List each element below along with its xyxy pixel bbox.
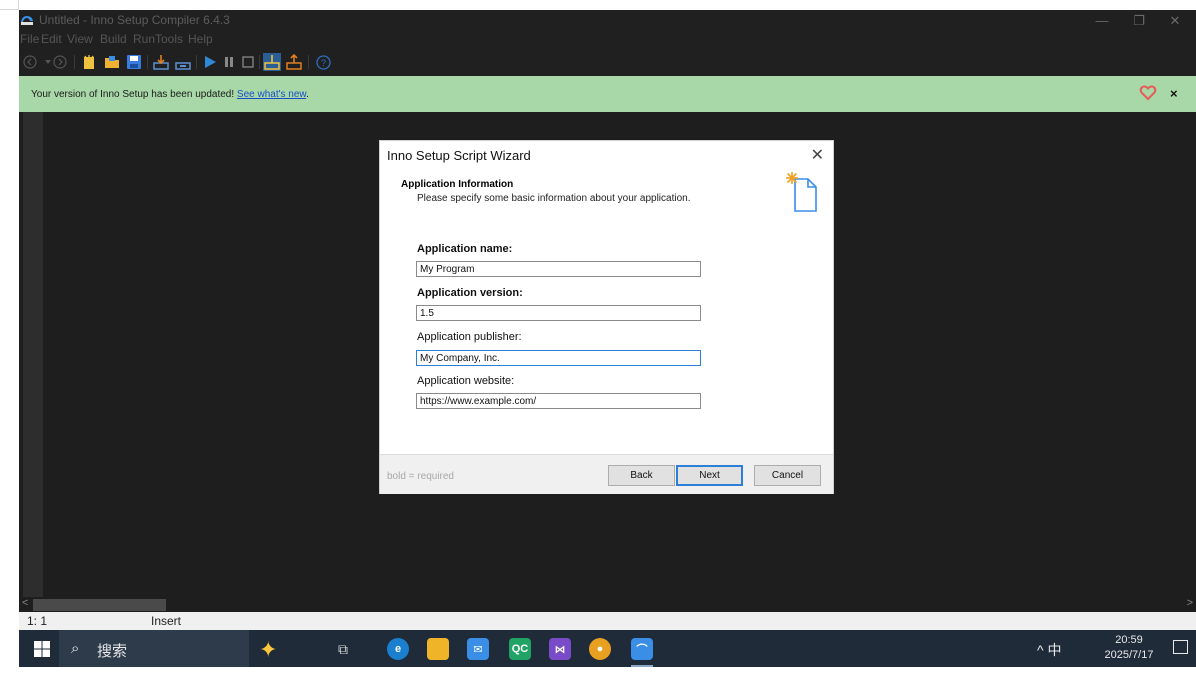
clock-date: 2025/7/17 — [1104, 649, 1154, 661]
menu-help[interactable]: Help — [188, 32, 213, 46]
page-subheading: Please specify some basic information ab… — [417, 193, 691, 204]
menu-file[interactable]: File — [20, 32, 39, 46]
dialog-close-button[interactable]: ✕ — [811, 145, 824, 165]
dialog-footer: bold = required Back Next Cancel — [380, 454, 833, 494]
toolbar-separator — [259, 55, 260, 69]
target-uninstall-icon[interactable] — [285, 53, 303, 71]
toolbar: ? — [19, 49, 1196, 75]
cancel-button[interactable]: Cancel — [754, 465, 821, 486]
app-website-input[interactable]: https://www.example.com/ — [416, 393, 701, 409]
toolbar-separator — [308, 55, 309, 69]
menu-bar: File Edit View Build Run Tools Help — [19, 31, 1196, 48]
qc-app-icon[interactable]: QC — [509, 638, 531, 660]
horizontal-scrollbar[interactable]: < > — [19, 597, 1196, 612]
scrollbar-thumb[interactable] — [33, 599, 166, 611]
search-label: 搜索 — [97, 643, 128, 660]
svg-text:?: ? — [320, 58, 325, 68]
maximize-button[interactable]: ❐ — [1124, 13, 1154, 29]
forward-icon[interactable] — [51, 53, 69, 71]
title-bar: Untitled - Inno Setup Compiler 6.4.3 — ❐… — [19, 10, 1196, 31]
close-window-button[interactable]: ✕ — [1160, 13, 1190, 29]
mail-icon[interactable]: ✉ — [467, 638, 489, 660]
clock[interactable]: 20:59 2025/7/17 — [1094, 633, 1164, 663]
edge-browser-icon[interactable]: e — [387, 638, 409, 660]
target-setup-icon[interactable] — [263, 53, 281, 71]
visual-studio-icon[interactable]: ⋈ — [549, 638, 571, 660]
required-hint: bold = required — [387, 471, 454, 482]
open-folder-icon[interactable] — [103, 53, 121, 71]
window-title: Untitled - Inno Setup Compiler 6.4.3 — [39, 13, 230, 27]
banner-close-button[interactable]: × — [1170, 86, 1178, 101]
app-version-input[interactable]: 1.5 — [416, 305, 701, 321]
search-icon: ⌕ — [71, 640, 80, 657]
app-publisher-input[interactable]: My Company, Inc. — [416, 350, 701, 366]
back-button[interactable]: Back — [608, 465, 675, 486]
toolbar-separator — [74, 55, 75, 69]
heart-icon[interactable] — [1139, 84, 1157, 102]
clock-time: 20:59 — [1115, 634, 1143, 646]
stop-icon[interactable] — [239, 53, 257, 71]
app-website-label: Application website: — [417, 375, 515, 387]
app-publisher-label: Application publisher: — [417, 331, 522, 343]
copilot-sparkle-icon[interactable]: ✦ — [259, 637, 277, 663]
stop-compile-icon[interactable] — [174, 53, 192, 71]
file-explorer-icon[interactable] — [427, 638, 449, 660]
editor-gutter — [23, 112, 43, 597]
back-icon[interactable] — [21, 53, 39, 71]
app-name-input[interactable]: My Program — [416, 261, 701, 277]
new-file-icon[interactable] — [80, 53, 98, 71]
screen-edge — [0, 0, 19, 10]
toolbar-separator — [147, 55, 148, 69]
menu-tools[interactable]: Tools — [155, 32, 183, 46]
cursor-position: 1: 1 — [27, 614, 48, 628]
wizard-document-icon — [786, 172, 817, 212]
system-tray[interactable]: ^ 中 — [1037, 640, 1061, 660]
dialog-title: Inno Setup Script Wizard — [387, 148, 531, 163]
scroll-right-icon[interactable]: > — [1187, 597, 1193, 609]
minimize-button[interactable]: — — [1087, 13, 1117, 28]
insert-mode: Insert — [151, 614, 182, 628]
screen: Untitled - Inno Setup Compiler 6.4.3 — ❐… — [19, 10, 1196, 667]
run-icon[interactable] — [201, 53, 219, 71]
app-version-label: Application version: — [417, 287, 523, 299]
toolbar-separator — [196, 55, 197, 69]
compile-icon[interactable] — [152, 53, 170, 71]
whats-new-link[interactable]: See what's new — [237, 89, 306, 100]
menu-build[interactable]: Build — [100, 32, 127, 46]
update-message-suffix: . — [306, 89, 309, 100]
menu-edit[interactable]: Edit — [41, 32, 62, 46]
pause-icon[interactable] — [220, 53, 238, 71]
next-button[interactable]: Next — [676, 465, 743, 486]
taskbar: ⌕ 搜索 ✦ ⧉ e ✉ QC ⋈ ● ⌒ ^ 中 20:59 2025/7/1… — [19, 630, 1196, 667]
menu-view[interactable]: View — [67, 32, 93, 46]
taskbar-search[interactable]: ⌕ 搜索 — [59, 630, 249, 667]
menu-run[interactable]: Run — [133, 32, 155, 46]
task-view-icon[interactable]: ⧉ — [332, 638, 354, 660]
update-message-text: Your version of Inno Setup has been upda… — [31, 89, 237, 100]
ime-indicator[interactable]: 中 — [1047, 642, 1061, 658]
save-icon[interactable] — [125, 53, 143, 71]
scroll-left-icon[interactable]: < — [22, 597, 28, 609]
update-message: Your version of Inno Setup has been upda… — [31, 89, 309, 100]
tray-chevron-icon[interactable]: ^ — [1037, 642, 1044, 658]
page-heading: Application Information — [401, 179, 514, 190]
inno-setup-app-icon — [21, 16, 33, 25]
script-wizard-dialog: Inno Setup Script Wizard ✕ Application I… — [379, 140, 834, 494]
notification-icon[interactable] — [1173, 640, 1188, 654]
inno-setup-taskbar-icon[interactable]: ⌒ — [631, 638, 653, 660]
app-name-label: Application name: — [417, 243, 513, 255]
help-icon[interactable]: ? — [314, 53, 332, 71]
chrome-icon[interactable]: ● — [589, 638, 611, 660]
windows-start-icon[interactable] — [32, 639, 52, 659]
active-app-indicator — [631, 665, 653, 667]
update-banner: Your version of Inno Setup has been upda… — [19, 76, 1196, 112]
status-bar: 1: 1 Insert — [19, 612, 1196, 630]
